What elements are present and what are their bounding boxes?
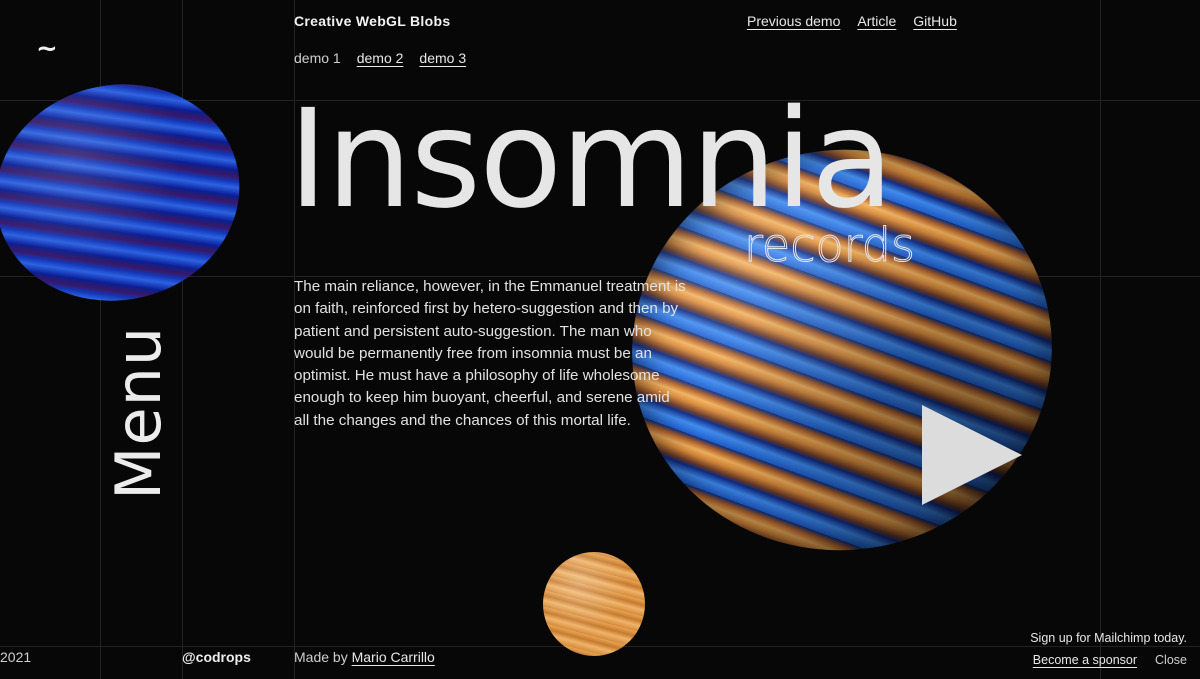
site-title: Creative WebGL Blobs [294, 13, 451, 29]
become-sponsor-link[interactable]: Become a sponsor [1033, 653, 1137, 667]
previous-demo-link[interactable]: Previous demo [747, 13, 840, 29]
play-icon[interactable] [922, 405, 1022, 505]
hero-body: The main reliance, however, in the Emman… [294, 278, 686, 429]
ad-text[interactable]: Sign up for Mailchimp today. [1030, 631, 1187, 645]
article-link[interactable]: Article [857, 13, 896, 29]
orange-blob [543, 552, 645, 656]
top-nav: Previous demo Article GitHub [747, 13, 957, 29]
demo-nav: demo 1 demo 2 demo 3 [294, 50, 466, 66]
demo-current: demo 1 [294, 50, 341, 66]
made-by-prefix: Made by [294, 649, 348, 665]
close-ad-button[interactable]: Close [1155, 653, 1187, 667]
codrops-link[interactable]: @codrops [182, 649, 251, 665]
grid-line [1100, 0, 1101, 679]
footer-year: 2021 [0, 649, 32, 665]
author-link[interactable]: Mario Carrillo [352, 649, 435, 665]
github-link[interactable]: GitHub [913, 13, 957, 29]
hero-title: Insomnia [288, 81, 894, 239]
menu-button[interactable]: Menu [102, 326, 175, 500]
demo-2-link[interactable]: demo 2 [357, 50, 404, 66]
logo-icon[interactable]: ~ [36, 36, 58, 62]
blue-blob [0, 61, 260, 324]
demo-3-link[interactable]: demo 3 [419, 50, 466, 66]
hero-subtitle: records [744, 218, 916, 272]
made-by: Made by Mario Carrillo [294, 649, 435, 665]
ad-links: Become a sponsor Close [1033, 653, 1187, 667]
